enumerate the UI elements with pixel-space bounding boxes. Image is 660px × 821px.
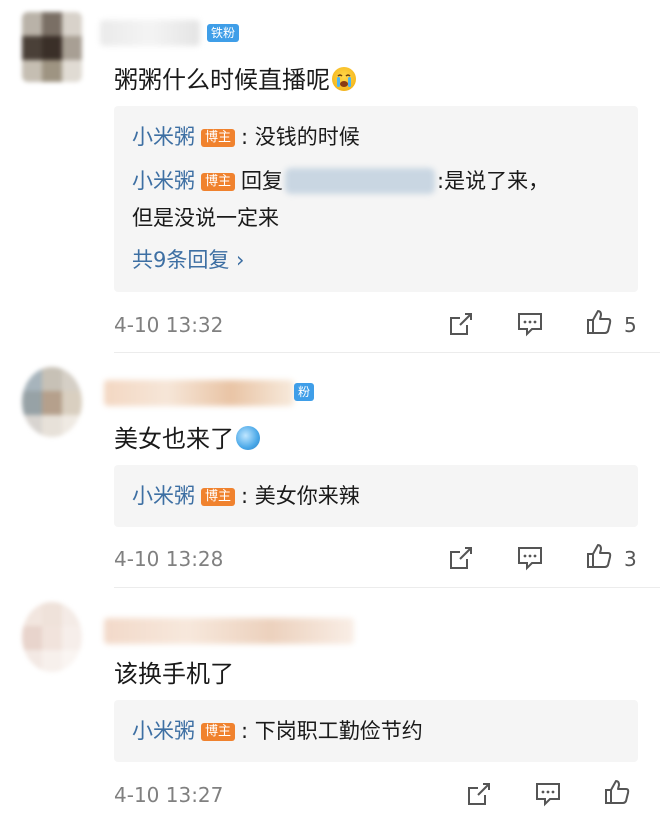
like-count: 3 bbox=[624, 547, 637, 571]
timestamp: 4-10 13:28 bbox=[114, 547, 224, 571]
reply-author-link[interactable]: 小米粥 bbox=[132, 719, 195, 743]
comment-2: 粉 美女也来了 小米粥 博主: 美女你来辣 4-10 13:28 3 bbox=[0, 355, 660, 588]
username-blurred[interactable] bbox=[104, 618, 354, 644]
comment-icon[interactable] bbox=[534, 780, 562, 808]
share-icon[interactable] bbox=[447, 310, 475, 338]
like-icon[interactable] bbox=[585, 308, 613, 336]
avatar[interactable] bbox=[22, 367, 82, 437]
more-replies-link[interactable]: 共9条回复 › bbox=[132, 244, 244, 274]
comment-icon[interactable] bbox=[516, 310, 544, 338]
reply-author-link[interactable]: 小米粥 bbox=[132, 169, 195, 193]
reply-item[interactable]: 小米粥 博主: 下岗职工勤俭节约 bbox=[132, 716, 423, 746]
share-icon[interactable] bbox=[465, 780, 493, 808]
avatar[interactable] bbox=[22, 602, 82, 672]
like-icon[interactable] bbox=[603, 778, 631, 806]
fan-badge: 粉 bbox=[294, 383, 315, 401]
reply-box[interactable]: 小米粥 博主: 没钱的时候 小米粥 博主 回复:是说了来， 但是没说一定来 共9条回复… bbox=[114, 106, 638, 292]
comment-text: 粥粥什么时候直播呢 bbox=[114, 60, 356, 95]
timestamp: 4-10 13:32 bbox=[114, 313, 224, 337]
author-badge: 博主 bbox=[201, 129, 236, 147]
reply-text-continued: 但是没说一定来 bbox=[132, 206, 279, 230]
comment-text: 该换手机了 bbox=[114, 660, 234, 688]
crying-emoji-icon bbox=[332, 67, 356, 91]
fan-badge: 铁粉 bbox=[207, 24, 240, 42]
share-icon[interactable] bbox=[447, 544, 475, 572]
author-badge: 博主 bbox=[201, 488, 236, 506]
username-blurred[interactable] bbox=[100, 20, 200, 46]
reply-item[interactable]: 小米粥 博主: 美女你来辣 bbox=[132, 481, 360, 511]
like-count: 5 bbox=[624, 313, 637, 337]
comment-icon[interactable] bbox=[516, 544, 544, 572]
divider bbox=[114, 352, 660, 353]
reply-author-link[interactable]: 小米粥 bbox=[132, 484, 195, 508]
comment-3: 该换手机了 小米粥 博主: 下岗职工勤俭节约 4-10 13:27 bbox=[0, 588, 660, 821]
username-blurred[interactable] bbox=[104, 380, 294, 406]
comment-text: 美女也来了 bbox=[114, 419, 260, 454]
like-icon[interactable] bbox=[585, 542, 613, 570]
author-badge: 博主 bbox=[201, 173, 236, 191]
reply-box[interactable]: 小米粥 博主: 美女你来辣 bbox=[114, 465, 638, 527]
reply-box[interactable]: 小米粥 博主: 下岗职工勤俭节约 bbox=[114, 700, 638, 762]
author-badge: 博主 bbox=[201, 723, 236, 741]
globe-emoji-icon bbox=[236, 426, 260, 450]
comment-1: 铁粉 粥粥什么时候直播呢 小米粥 博主: 没钱的时候 小米粥 博主 回复:是说了来， … bbox=[0, 0, 660, 355]
mention-blurred[interactable] bbox=[285, 168, 436, 194]
avatar[interactable] bbox=[22, 12, 82, 82]
reply-item[interactable]: 小米粥 博主: 没钱的时候 bbox=[132, 122, 360, 152]
reply-author-link[interactable]: 小米粥 bbox=[132, 125, 195, 149]
reply-item[interactable]: 小米粥 博主 回复:是说了来， bbox=[132, 166, 549, 196]
timestamp: 4-10 13:27 bbox=[114, 783, 224, 807]
